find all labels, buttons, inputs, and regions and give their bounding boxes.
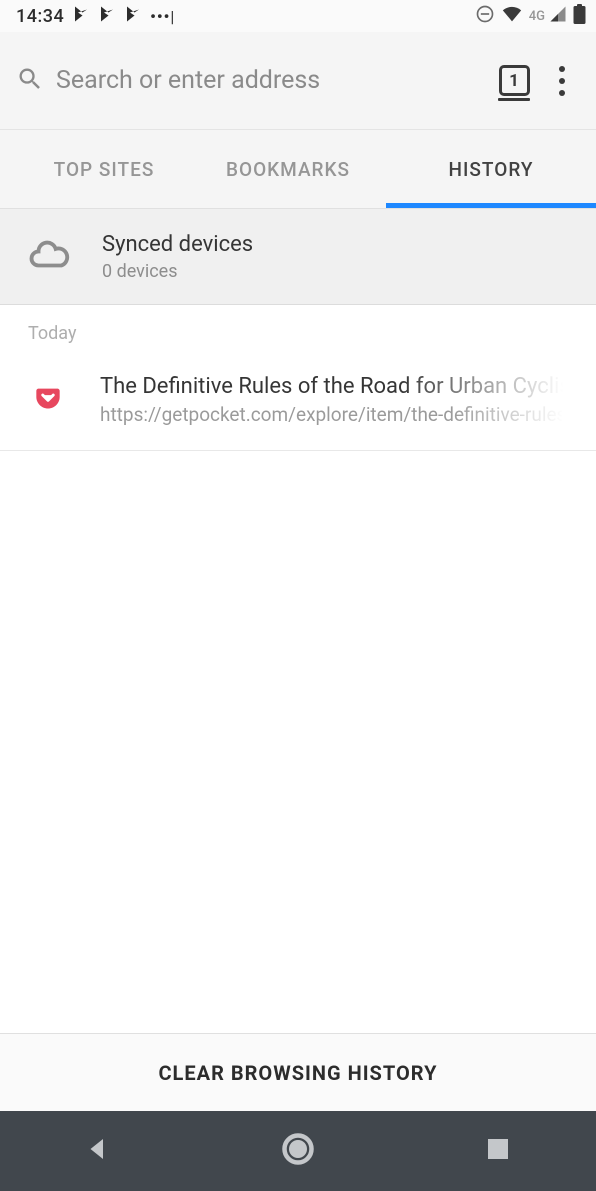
clear-history-bar: CLEAR BROWSING HISTORY [0, 1033, 596, 1111]
play-store-icon [72, 5, 90, 28]
overflow-menu-button[interactable] [544, 63, 580, 99]
tab-bookmarks[interactable]: BOOKMARKS [190, 130, 386, 208]
synced-devices-row[interactable]: Synced devices 0 devices [0, 209, 596, 305]
cloud-icon [28, 234, 70, 280]
do-not-disturb-icon [475, 4, 495, 29]
synced-title: Synced devices [102, 232, 253, 257]
more-notifications-icon: •••| [150, 7, 175, 26]
clear-history-button[interactable]: CLEAR BROWSING HISTORY [158, 1061, 437, 1085]
browser-toolbar: 1 [0, 32, 596, 130]
history-section-header: Today [0, 305, 596, 344]
synced-text: Synced devices 0 devices [102, 232, 253, 282]
history-item-title: The Definitive Rules of the Road for Urb… [100, 374, 568, 399]
tab-label: HISTORY [449, 158, 534, 181]
history-list: Today The Definitive Rules of the Road f… [0, 305, 596, 451]
tab-count: 1 [509, 71, 519, 91]
tab-label: TOP SITES [54, 158, 155, 181]
tab-label: BOOKMARKS [226, 158, 350, 181]
status-left: 14:34 •••| [16, 5, 175, 28]
home-tabs: TOP SITES BOOKMARKS HISTORY [0, 130, 596, 209]
play-store-icon [98, 5, 116, 28]
tab-history[interactable]: HISTORY [386, 130, 596, 208]
tab-counter-button[interactable]: 1 [496, 61, 532, 101]
address-bar[interactable] [56, 66, 484, 95]
system-nav-bar [0, 1111, 596, 1191]
history-item-url: https://getpocket.com/explore/item/the-d… [100, 403, 568, 426]
play-store-icon [124, 5, 142, 28]
history-item-text: The Definitive Rules of the Road for Urb… [100, 374, 568, 426]
clock: 14:34 [16, 6, 64, 27]
network-type: 4G [529, 9, 545, 24]
battery-icon [573, 4, 586, 29]
search-icon[interactable] [16, 65, 44, 97]
history-item[interactable]: The Definitive Rules of the Road for Urb… [0, 344, 596, 451]
signal-icon [549, 5, 567, 28]
nav-recent-button[interactable] [483, 1134, 513, 1168]
synced-subtitle: 0 devices [102, 261, 253, 282]
status-bar: 14:34 •••| 4G [0, 0, 596, 32]
nav-home-button[interactable] [280, 1131, 316, 1171]
pocket-icon [34, 384, 62, 416]
status-right: 4G [475, 3, 586, 30]
wifi-icon [501, 3, 523, 30]
nav-back-button[interactable] [83, 1134, 113, 1168]
tab-top-sites[interactable]: TOP SITES [0, 130, 190, 208]
empty-area [0, 451, 596, 1033]
